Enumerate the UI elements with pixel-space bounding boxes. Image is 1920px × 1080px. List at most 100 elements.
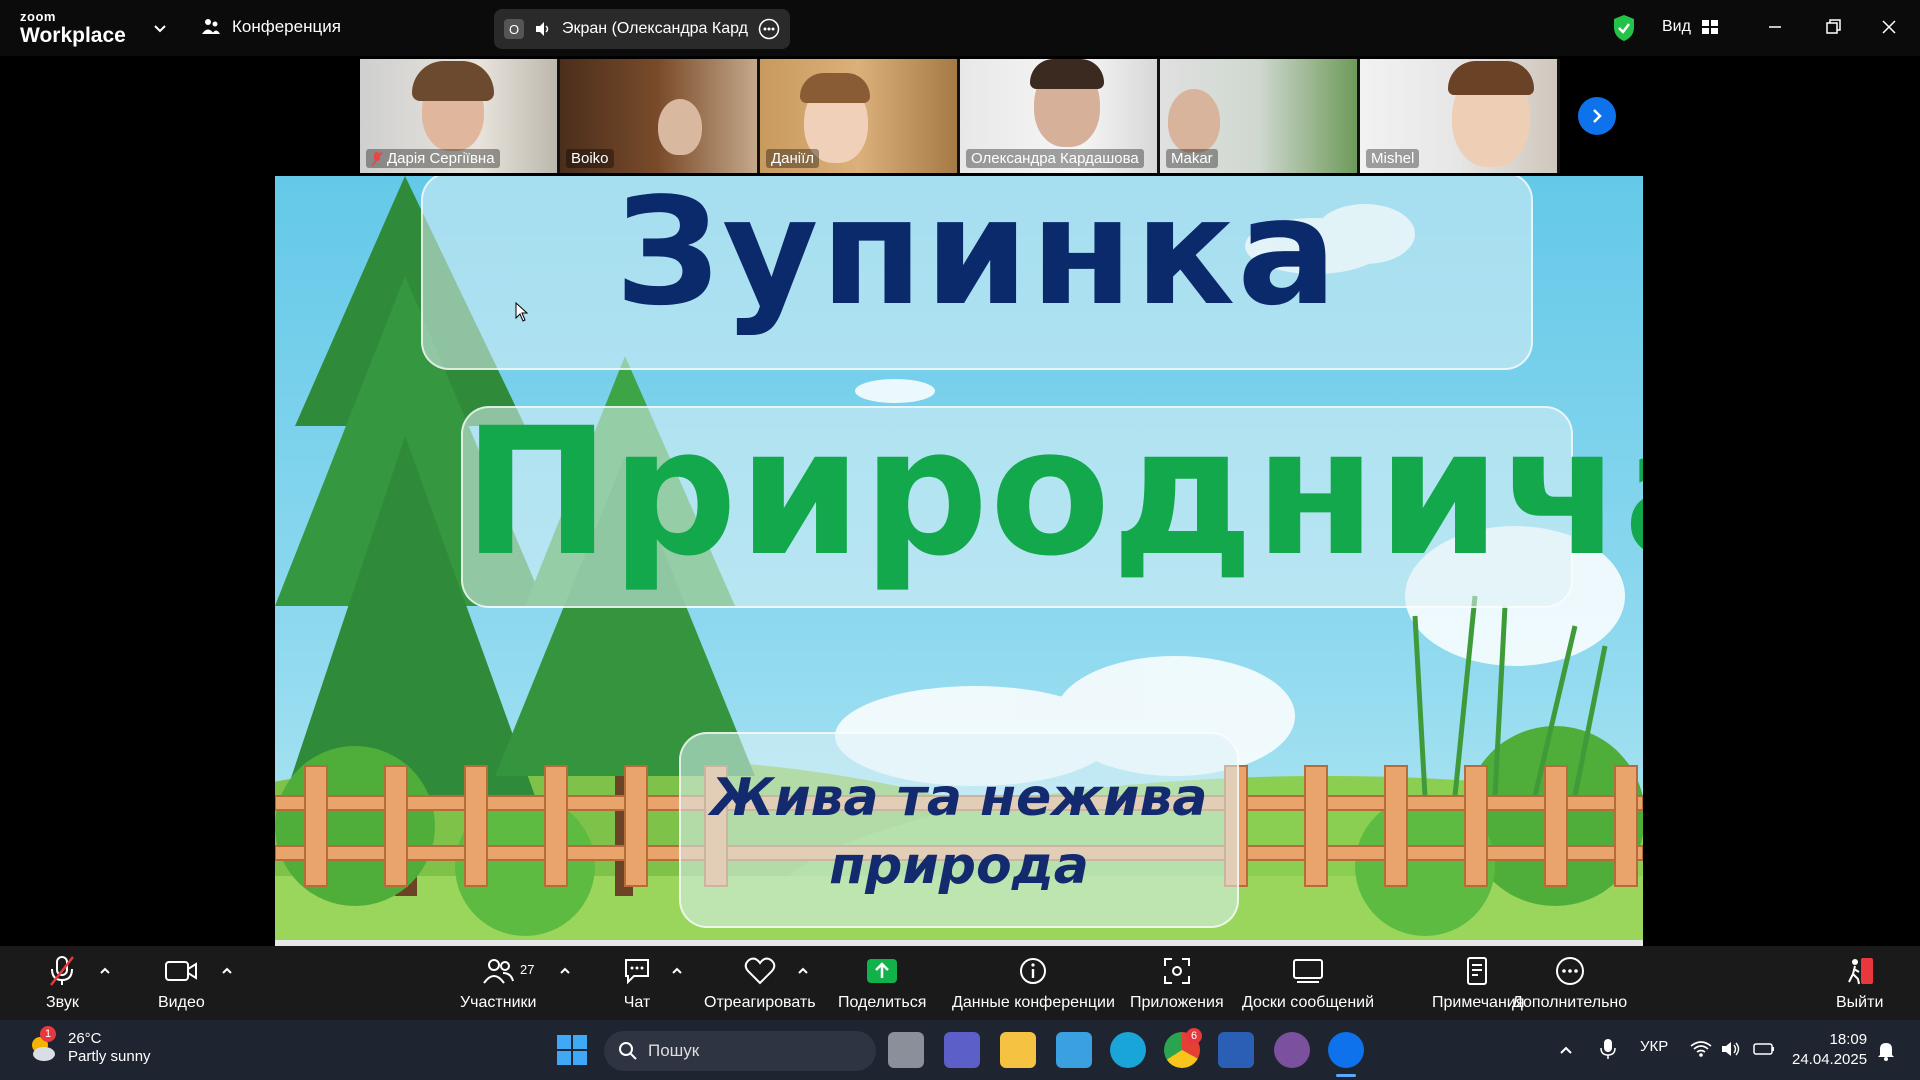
participants-caret-icon[interactable]	[558, 964, 572, 978]
chevron-up-icon[interactable]	[1558, 1042, 1574, 1058]
whiteboards-label: Доски сообщений	[1242, 994, 1375, 1011]
screen-share-indicator[interactable]: O Экран (Олександра Кардашова)	[494, 9, 790, 49]
more-button[interactable]: Дополнительно	[1512, 954, 1627, 1012]
leave-meeting-button[interactable]: Выйти	[1836, 954, 1883, 1012]
participant-gallery-strip: Дарія Сергіївна Boiko Даніїл Олександра …	[360, 59, 1560, 173]
more-options-icon[interactable]	[758, 18, 780, 40]
participants-count: 27	[520, 962, 535, 977]
next-page-button[interactable]	[1578, 97, 1616, 135]
view-label: Вид	[1662, 18, 1691, 35]
info-icon	[1020, 958, 1047, 984]
participant-name: Олександра Кардашова	[966, 149, 1144, 168]
meeting-menu[interactable]: Конференция	[200, 16, 341, 38]
weather-desc: Partly sunny	[68, 1048, 151, 1065]
teams-chat-icon[interactable]	[944, 1032, 980, 1068]
task-view-icon[interactable]	[888, 1032, 924, 1068]
grid-view-icon	[1701, 20, 1718, 34]
close-icon[interactable]	[1876, 14, 1902, 40]
meeting-info-button[interactable]: Данные конференции	[952, 954, 1115, 1012]
slide-title-line1: Зупинка	[614, 176, 1340, 338]
notes-label: Примечания	[1432, 994, 1525, 1011]
search-placeholder: Пошук	[648, 1041, 700, 1060]
muted-mic-icon	[371, 151, 383, 166]
slide-title-line2: Природнича	[463, 390, 1643, 595]
hair	[1030, 59, 1104, 89]
chevron-down-icon[interactable]	[150, 18, 170, 38]
microphone-tray-icon[interactable]	[1600, 1038, 1616, 1060]
share-indicator-text: Экран (Олександра Кардашова)	[562, 20, 748, 37]
chrome-notification-badge: 6	[1186, 1028, 1202, 1044]
battery-icon[interactable]	[1752, 1040, 1776, 1058]
zoom-logo: zoom Workplace	[20, 10, 126, 46]
windows-start-icon[interactable]	[556, 1034, 588, 1066]
clock-time: 18:09	[1829, 1031, 1868, 1048]
word-icon[interactable]	[1218, 1032, 1254, 1068]
react-button[interactable]: Отреагировать	[704, 954, 816, 1012]
system-clock[interactable]: 18:09 24.04.2025	[1792, 1030, 1867, 1070]
participant-name: Mishel	[1366, 149, 1420, 168]
speaker-icon	[536, 22, 549, 36]
encryption-shield-icon[interactable]	[1612, 14, 1636, 42]
chat-caret-icon[interactable]	[670, 964, 684, 978]
participant-name: Boiko	[566, 149, 614, 168]
clock-date: 24.04.2025	[1792, 1051, 1868, 1068]
video-button[interactable]: Видео	[158, 954, 205, 1012]
shared-screen: Зупинка Природнича Жива та нежива природ…	[275, 176, 1643, 946]
audio-options-caret-icon[interactable]	[98, 964, 112, 978]
input-language[interactable]: УКР	[1640, 1038, 1668, 1055]
muted-microphone-icon	[50, 956, 75, 986]
participant-tile[interactable]: Mishel	[1360, 59, 1557, 173]
sharer-badge: O	[504, 19, 524, 39]
whiteboards-button[interactable]: Доски сообщений	[1242, 954, 1374, 1012]
audio-button[interactable]: Звук	[46, 954, 79, 1012]
chat-bubble-icon	[625, 959, 649, 985]
more-label: Дополнительно	[1512, 994, 1628, 1011]
weather-notification-badge: 1	[40, 1026, 56, 1042]
participant-tile[interactable]: Дарія Сергіївна	[360, 59, 557, 173]
notes-button[interactable]: Примечания	[1432, 954, 1524, 1012]
participant-tile[interactable]: Даніїл	[760, 59, 957, 173]
meeting-info-label: Данные конференции	[952, 994, 1115, 1011]
participant-tile-active[interactable]: Boiko	[560, 59, 757, 173]
video-label: Видео	[158, 994, 205, 1011]
slide-subtitle: Жива та нежива природа	[681, 764, 1237, 900]
audio-label: Звук	[46, 994, 79, 1011]
hair	[800, 73, 870, 103]
hair	[1448, 61, 1534, 95]
participant-video	[658, 99, 702, 155]
brand-top: zoom	[20, 9, 56, 24]
microsoft-store-icon[interactable]	[1056, 1032, 1092, 1068]
subtitle-line2: природа	[829, 836, 1089, 896]
view-menu[interactable]: Вид	[1662, 18, 1719, 36]
participant-video	[1168, 89, 1220, 153]
notes-icon	[1467, 957, 1488, 985]
active-app-indicator	[1336, 1074, 1356, 1077]
people-icon	[202, 19, 220, 34]
restore-icon[interactable]	[1820, 14, 1846, 40]
share-screen-button[interactable]: Поделиться	[838, 954, 926, 1012]
zoom-app-icon[interactable]	[1328, 1032, 1364, 1068]
minimize-icon[interactable]	[1762, 14, 1788, 40]
search-icon	[619, 1042, 637, 1060]
video-options-caret-icon[interactable]	[220, 964, 234, 978]
chat-button[interactable]: Чат	[622, 954, 652, 1012]
meeting-controls-bar: Звук Видео Участники 27 Чат Отреагироват…	[0, 946, 1920, 1020]
cursor-icon	[515, 302, 529, 322]
title-panel: Зупинка	[421, 176, 1533, 370]
participant-tile[interactable]: Олександра Кардашова	[960, 59, 1157, 173]
apps-label: Приложения	[1130, 994, 1224, 1011]
wifi-icon[interactable]	[1690, 1040, 1712, 1058]
hair	[412, 61, 494, 101]
apps-button[interactable]: Приложения	[1130, 954, 1224, 1012]
subtitle-line1: Жива та нежива	[710, 768, 1208, 828]
react-caret-icon[interactable]	[796, 964, 810, 978]
file-explorer-icon[interactable]	[1000, 1032, 1036, 1068]
volume-icon[interactable]	[1720, 1040, 1742, 1058]
viber-icon[interactable]	[1274, 1032, 1310, 1068]
react-label: Отреагировать	[704, 994, 816, 1011]
weather-temp: 26°C	[68, 1030, 102, 1047]
edge-browser-icon[interactable]	[1110, 1032, 1146, 1068]
notification-bell-icon[interactable]	[1876, 1040, 1896, 1062]
participant-tile[interactable]: Makar	[1160, 59, 1357, 173]
taskbar-search[interactable]: Пошук	[604, 1031, 876, 1071]
